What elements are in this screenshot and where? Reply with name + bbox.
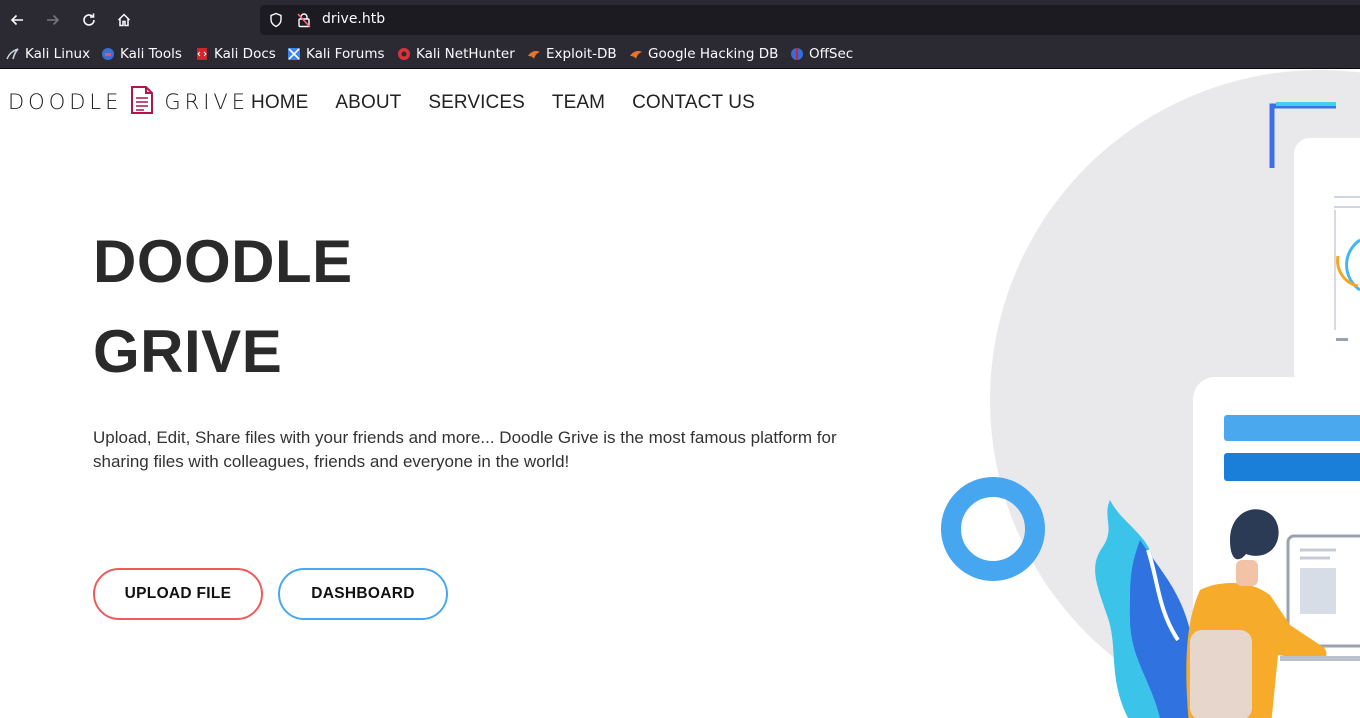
panel-bar-1 [1224,415,1360,441]
monitor-block [1300,568,1336,614]
url-text: drive.htb [322,11,386,27]
bookmark-label: Kali Docs [214,46,276,62]
kali-dragon-icon [6,47,20,61]
back-icon[interactable] [5,8,29,32]
address-bar[interactable]: drive.htb [260,5,1360,35]
person-neck [1236,560,1258,586]
dashboard-button[interactable]: DASHBOARD [278,568,448,620]
bookmark-exploit-db[interactable]: Exploit-DB [527,45,617,63]
main-nav: HOME ABOUT SERVICES TEAM CONTACT US [251,92,782,114]
exploit-db-icon [527,47,541,61]
forward-icon[interactable] [41,8,65,32]
bookmark-label: Kali Tools [120,46,182,62]
bookmark-label: Exploit-DB [546,46,617,62]
logo-text-doodle: DOODLE [8,90,123,114]
document-icon [130,85,154,119]
nav-about[interactable]: ABOUT [335,92,401,114]
kali-tools-icon [101,47,115,61]
hero-title-line2: GRIVE [93,318,283,385]
top-card [1294,138,1360,388]
bookmark-google-hacking-db[interactable]: Google Hacking DB [629,45,778,63]
nav-contact-us[interactable]: CONTACT US [632,92,755,114]
hero-description: Upload, Edit, Share files with your frie… [93,428,837,471]
web-page: DOODLE GRIVE HOME ABOUT SERVICES TEAM CO… [0,70,1360,718]
offsec-icon [790,47,804,61]
bookmark-kali-nethunter[interactable]: Kali NetHunter [397,45,515,63]
bookmarks-bar: Kali Linux Kali Tools Kali Docs Kali For… [0,40,1360,69]
insecure-lock-icon[interactable] [296,12,312,28]
bookmark-kali-linux[interactable]: Kali Linux [6,45,90,63]
logo-text-grive: GRIVE [164,90,250,114]
shield-icon[interactable] [268,12,284,28]
top-card-axis [1334,210,1336,330]
hero-illustration [941,70,1360,718]
hero-title-line1: DOODLE [93,228,353,295]
panel-bar-2 [1224,453,1360,481]
home-icon[interactable] [112,8,136,32]
kali-nethunter-icon [397,47,411,61]
top-card-mark [1336,338,1348,341]
kali-forums-icon [287,47,301,61]
bookmark-label: Google Hacking DB [648,46,779,62]
bookmark-kali-forums[interactable]: Kali Forums [287,45,385,63]
bookmark-kali-tools[interactable]: Kali Tools [101,45,182,63]
kali-docs-icon [195,47,209,61]
browser-toolbar: drive.htb [0,0,1360,40]
bookmark-label: Kali Forums [306,46,385,62]
nav-home[interactable]: HOME [251,92,308,114]
nav-team[interactable]: TEAM [552,92,605,114]
upload-file-button[interactable]: UPLOAD FILE [93,568,263,620]
ghdb-icon [629,47,643,61]
bookmark-kali-docs[interactable]: Kali Docs [195,45,276,63]
bookmark-label: Kali NetHunter [416,46,515,62]
nav-services[interactable]: SERVICES [428,92,525,114]
reload-icon[interactable] [77,8,101,32]
desk [1280,656,1360,661]
bookmark-offsec[interactable]: OffSec [790,45,853,63]
site-logo[interactable]: DOODLE GRIVE [8,84,249,120]
bookmark-label: Kali Linux [25,46,91,62]
chair-back [1190,630,1252,718]
bookmark-label: OffSec [809,46,854,62]
